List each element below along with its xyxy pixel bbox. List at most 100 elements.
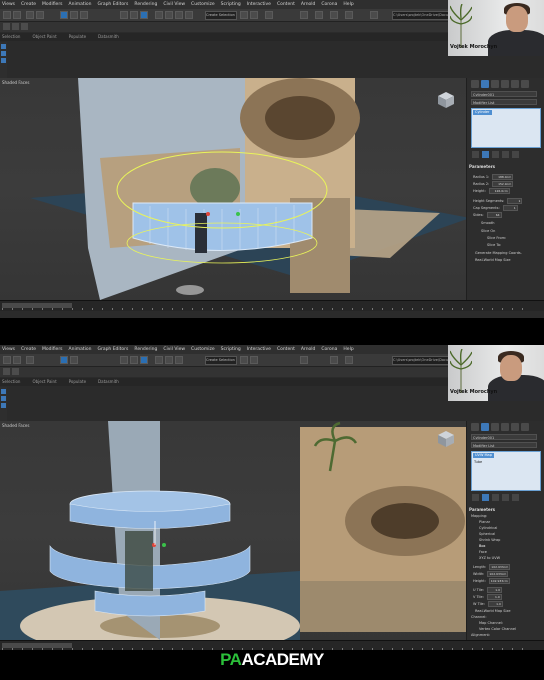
tile-w-spinner[interactable]: 1.0 <box>487 601 503 607</box>
menu-graph-editors[interactable]: Graph Editors <box>97 0 128 9</box>
viewport-perspective-2[interactable]: Shaded Faces <box>0 421 466 640</box>
quick-tool-icon-3[interactable] <box>1 403 6 408</box>
rect-selection-icon[interactable] <box>80 11 88 19</box>
remove-modifier-icon[interactable] <box>502 151 509 158</box>
menu-corona[interactable]: Corona <box>321 0 337 9</box>
menu-scripting[interactable]: Scripting <box>221 345 241 354</box>
mapping-box[interactable]: Box <box>479 544 486 548</box>
option-slice-on[interactable]: Slice On <box>481 229 495 233</box>
timeline-slider[interactable] <box>0 300 544 311</box>
utilities-tab-icon[interactable] <box>521 80 529 88</box>
menu-civil-view[interactable]: Civil View <box>163 345 185 354</box>
angle-snap-icon[interactable] <box>165 11 173 19</box>
render-frame-icon[interactable] <box>330 356 338 364</box>
option-slice-to[interactable]: Slice To: <box>487 243 501 247</box>
param-radius1-spinner[interactable]: 188.0cm <box>492 174 514 180</box>
select-by-name-icon[interactable] <box>70 11 78 19</box>
selection-set-dropdown[interactable]: Create Selection Se <box>205 356 237 365</box>
modifier-list-dropdown[interactable]: Modifier List <box>471 99 537 105</box>
motion-tab-icon[interactable] <box>501 423 509 431</box>
param-sides-spinner[interactable]: 64 <box>486 212 502 218</box>
menu-content[interactable]: Content <box>277 0 295 9</box>
option-map-channel[interactable]: Map Channel: <box>479 621 503 625</box>
align-icon[interactable] <box>250 356 258 364</box>
menu-views[interactable]: Views <box>2 345 15 354</box>
render-icon[interactable] <box>345 356 353 364</box>
menu-views[interactable]: Views <box>2 0 15 9</box>
project-path-field[interactable]: C:\Users\wojtek\OneDrive\Documents\... <box>392 356 450 365</box>
align-icon[interactable] <box>250 11 258 19</box>
mirror-icon[interactable] <box>240 11 248 19</box>
hierarchy-tab-icon[interactable] <box>491 80 499 88</box>
mapping-planar[interactable]: Planar <box>479 520 490 524</box>
show-end-result-icon[interactable] <box>482 151 489 158</box>
modify-tab-icon[interactable] <box>481 80 489 88</box>
redo-icon[interactable] <box>13 356 21 364</box>
render-icon[interactable] <box>345 11 353 19</box>
redo-icon[interactable] <box>13 11 21 19</box>
link-icon[interactable] <box>26 356 34 364</box>
stack-item-tube[interactable]: Tube <box>474 460 482 464</box>
pivot-y[interactable] <box>236 212 240 216</box>
remove-modifier-icon[interactable] <box>502 494 509 501</box>
tab-populate[interactable]: Populate <box>69 378 86 386</box>
quick-tool-icon-2[interactable] <box>1 396 6 401</box>
pin-stack-icon[interactable] <box>472 494 479 501</box>
snap-3d-icon[interactable] <box>155 356 163 364</box>
modifier-list-dropdown[interactable]: Modifier List <box>471 442 537 448</box>
quick-tool-icon-1[interactable] <box>1 44 6 49</box>
menu-rendering[interactable]: Rendering <box>134 0 157 9</box>
menu-animation[interactable]: Animation <box>69 345 92 354</box>
mapping-shrink-wrap[interactable]: Shrink Wrap <box>479 538 500 542</box>
rotate-icon[interactable] <box>130 11 138 19</box>
make-unique-icon[interactable] <box>492 494 499 501</box>
configure-sets-icon[interactable] <box>512 494 519 501</box>
mapping-xyz-to-uvw[interactable]: XYZ to UVW <box>479 556 500 560</box>
tile-u-spinner[interactable]: 1.0 <box>486 587 502 593</box>
menu-customize[interactable]: Customize <box>191 345 215 354</box>
parameters-rollout-title[interactable]: Parameters <box>469 164 495 169</box>
pivot-x[interactable] <box>206 212 210 216</box>
cylinder-object[interactable] <box>132 202 313 251</box>
param-cap-segments-spinner[interactable]: 1 <box>502 205 518 211</box>
mapping-face[interactable]: Face <box>479 550 487 554</box>
pivot-y[interactable] <box>162 543 166 547</box>
menu-graph-editors[interactable]: Graph Editors <box>97 345 128 354</box>
create-tab-icon[interactable] <box>471 80 479 88</box>
menu-civil-view[interactable]: Civil View <box>163 0 185 9</box>
mapping-spherical[interactable]: Spherical <box>479 532 495 536</box>
parameters-rollout-title[interactable]: Parameters <box>469 507 495 512</box>
display-tab-icon[interactable] <box>511 80 519 88</box>
display-tab-icon[interactable] <box>511 423 519 431</box>
menu-animation[interactable]: Animation <box>69 0 92 9</box>
show-end-result-icon[interactable] <box>482 494 489 501</box>
snap-3d-icon[interactable] <box>155 11 163 19</box>
param-height-segments-spinner[interactable]: 1 <box>507 198 523 204</box>
move-icon[interactable] <box>120 356 128 364</box>
quick-tool-icon-3[interactable] <box>1 58 6 63</box>
mapping-cylindrical[interactable]: Cylindrical <box>479 526 497 530</box>
menu-arnold[interactable]: Arnold <box>301 345 316 354</box>
hierarchy-tab-icon[interactable] <box>491 423 499 431</box>
menu-create[interactable]: Create <box>21 345 36 354</box>
dim-height-spinner[interactable]: 102.933cm <box>488 578 510 584</box>
percent-snap-icon[interactable] <box>175 11 183 19</box>
object-name-field[interactable]: Cylinder001 <box>471 91 537 97</box>
timeline-slider-2[interactable] <box>0 640 544 650</box>
menu-scripting[interactable]: Scripting <box>221 0 241 9</box>
percent-snap-icon[interactable] <box>175 356 183 364</box>
option-smooth[interactable]: Smooth <box>481 221 495 225</box>
tile-v-spinner[interactable]: 1.0 <box>486 594 502 600</box>
menu-arnold[interactable]: Arnold <box>301 0 316 9</box>
option-vertex-color-channel[interactable]: Vertex Color Channel <box>479 627 516 631</box>
spinner-snap-icon[interactable] <box>185 11 193 19</box>
ribbon-icon[interactable] <box>3 23 10 30</box>
viewcube-icon[interactable] <box>438 92 454 108</box>
menu-modifiers[interactable]: Modifiers <box>42 0 63 9</box>
object-name-field[interactable]: Cylinder001 <box>471 434 537 440</box>
tab-datasmith[interactable]: Datasmith <box>98 33 119 41</box>
viewport-perspective[interactable]: Shaded Faces <box>0 78 466 300</box>
option-real-world-map[interactable]: Real-World Map Size <box>475 258 511 262</box>
selection-set-dropdown[interactable]: Create Selection Se <box>205 11 237 20</box>
menu-interactive[interactable]: Interactive <box>247 0 271 9</box>
